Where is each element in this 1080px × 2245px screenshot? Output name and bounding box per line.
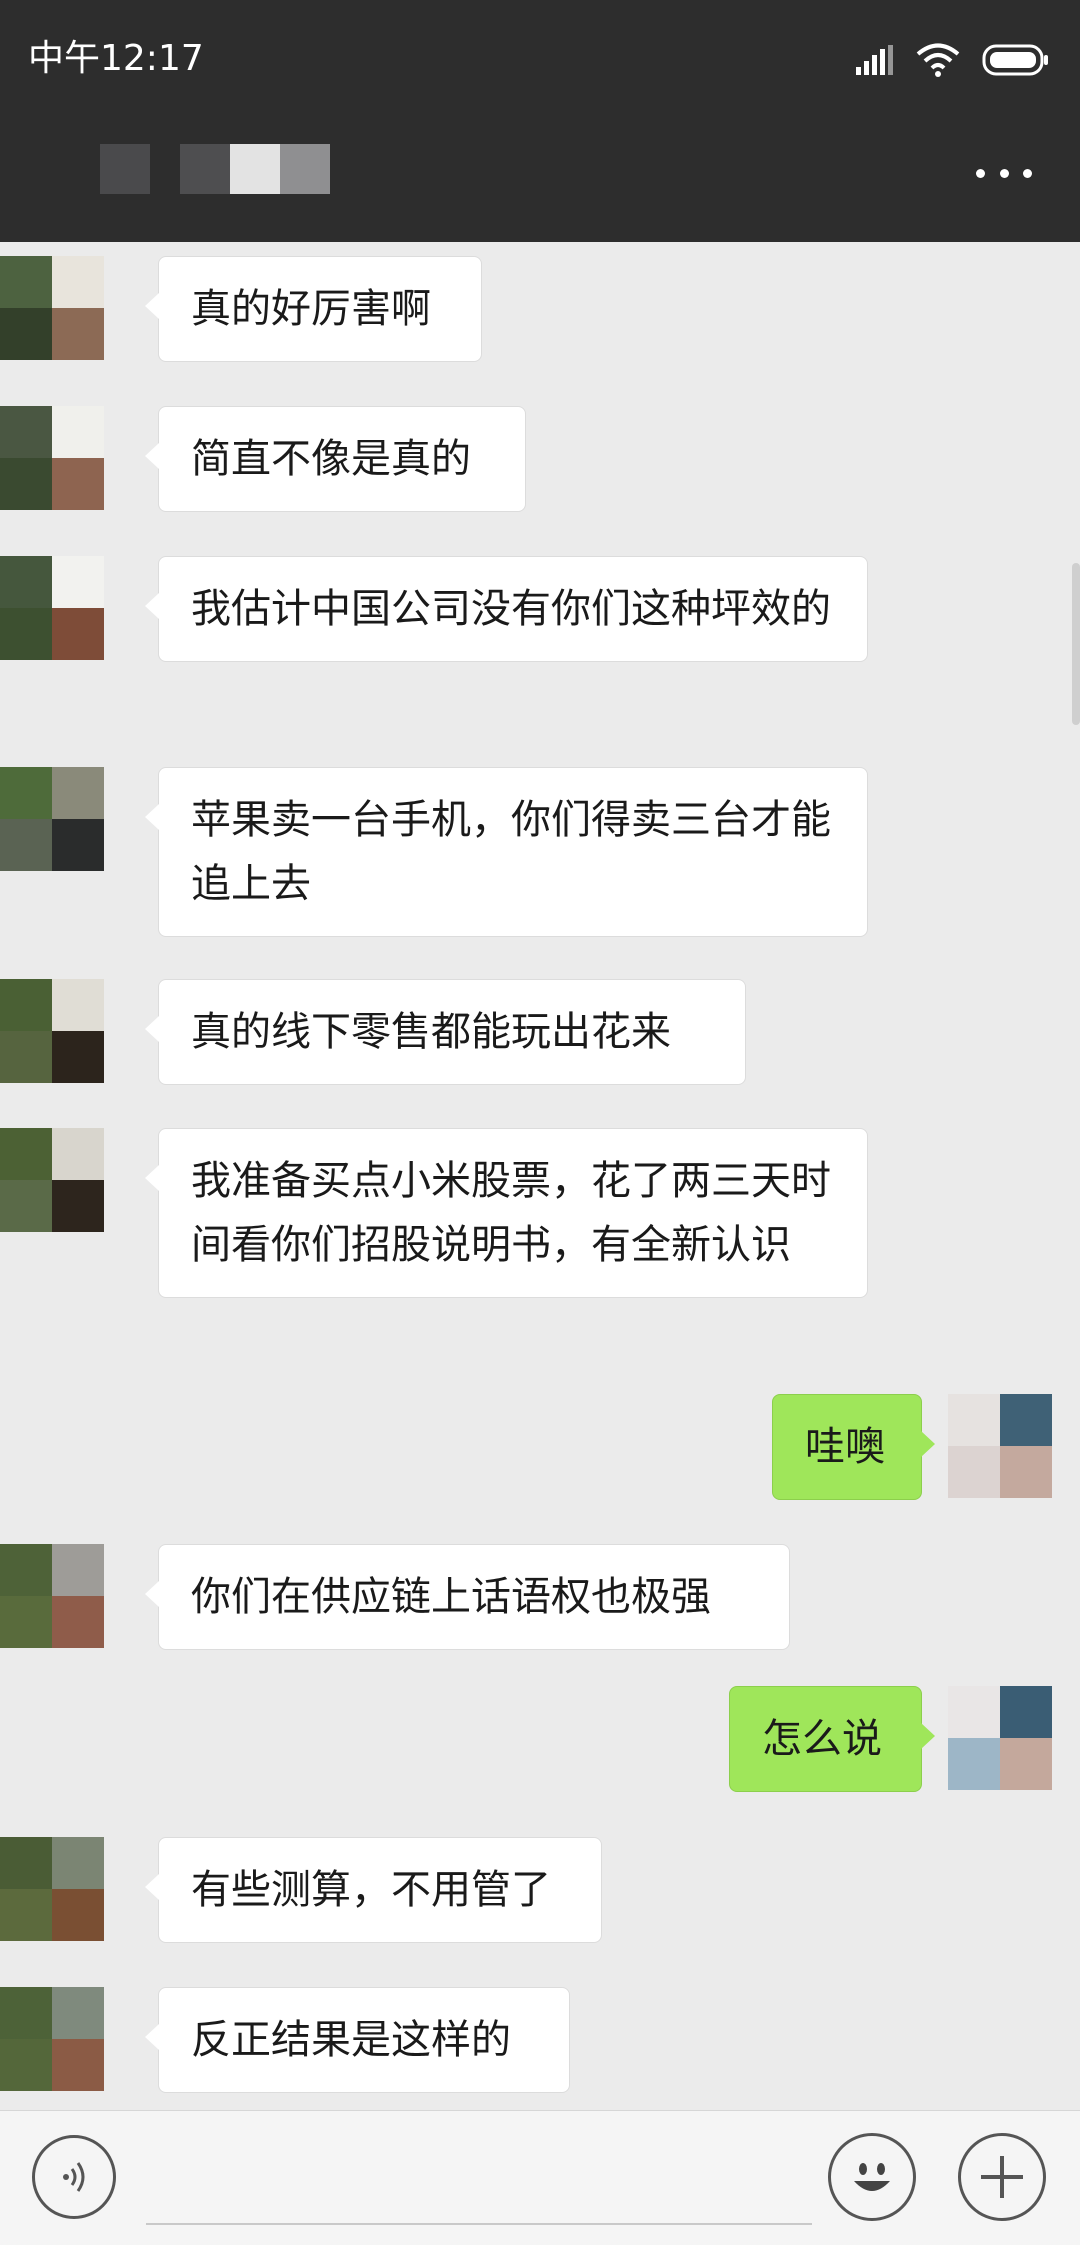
wifi-icon bbox=[916, 43, 960, 77]
more-icon bbox=[976, 168, 985, 178]
status-bar: 中午12:17 bbox=[0, 0, 1080, 120]
voice-button[interactable] bbox=[32, 2135, 116, 2219]
status-icons bbox=[856, 38, 1050, 82]
message-bubble[interactable]: 苹果卖一台手机，你们得卖三台才能追上去 bbox=[145, 767, 868, 937]
plus-button[interactable] bbox=[958, 2133, 1046, 2221]
message-bubble-sent[interactable]: 哇噢 bbox=[772, 1394, 935, 1500]
avatar[interactable] bbox=[0, 256, 104, 360]
avatar[interactable] bbox=[0, 1837, 104, 1941]
status-time: 中午12:17 bbox=[28, 38, 204, 79]
contact-name-blurred bbox=[100, 144, 330, 194]
my-avatar[interactable] bbox=[948, 1686, 1052, 1790]
battery-icon bbox=[982, 44, 1048, 76]
avatar[interactable] bbox=[0, 1987, 104, 2091]
signal-icon bbox=[856, 45, 893, 75]
message-bubble[interactable]: 真的线下零售都能玩出花来 bbox=[145, 979, 746, 1085]
message-bubble[interactable]: 有些测算，不用管了 bbox=[145, 1837, 602, 1943]
message-bubble[interactable]: 真的好厉害啊 bbox=[145, 256, 482, 362]
avatar[interactable] bbox=[0, 1128, 104, 1232]
message-bubble-sent[interactable]: 怎么说 bbox=[729, 1686, 935, 1792]
chat-message-list[interactable]: 真的好厉害啊 简直不像是真的 我估计中国公司没有你们这种坪效的 苹果卖一台手机，… bbox=[0, 242, 1080, 2110]
avatar[interactable] bbox=[0, 406, 104, 510]
avatar[interactable] bbox=[0, 1544, 104, 1648]
message-bubble[interactable]: 我准备买点小米股票，花了两三天时间看你们招股说明书，有全新认识 bbox=[145, 1128, 868, 1298]
avatar[interactable] bbox=[0, 979, 104, 1083]
plus-icon bbox=[981, 2156, 1023, 2198]
avatar[interactable] bbox=[0, 767, 104, 871]
input-bar bbox=[0, 2110, 1080, 2245]
more-options-button[interactable] bbox=[976, 158, 1032, 188]
avatar[interactable] bbox=[0, 556, 104, 660]
emoji-button[interactable] bbox=[828, 2133, 916, 2221]
my-avatar[interactable] bbox=[948, 1394, 1052, 1498]
voice-icon bbox=[63, 2162, 85, 2192]
message-input[interactable] bbox=[146, 2151, 812, 2225]
message-bubble[interactable]: 你们在供应链上话语权也极强 bbox=[145, 1544, 790, 1650]
chat-header bbox=[0, 120, 1080, 242]
scrollbar-thumb[interactable] bbox=[1072, 563, 1080, 725]
message-bubble[interactable]: 简直不像是真的 bbox=[145, 406, 526, 512]
message-bubble[interactable]: 我估计中国公司没有你们这种坪效的 bbox=[145, 556, 868, 662]
emoji-icon bbox=[854, 2163, 890, 2191]
message-bubble[interactable]: 反正结果是这样的 bbox=[145, 1987, 570, 2093]
